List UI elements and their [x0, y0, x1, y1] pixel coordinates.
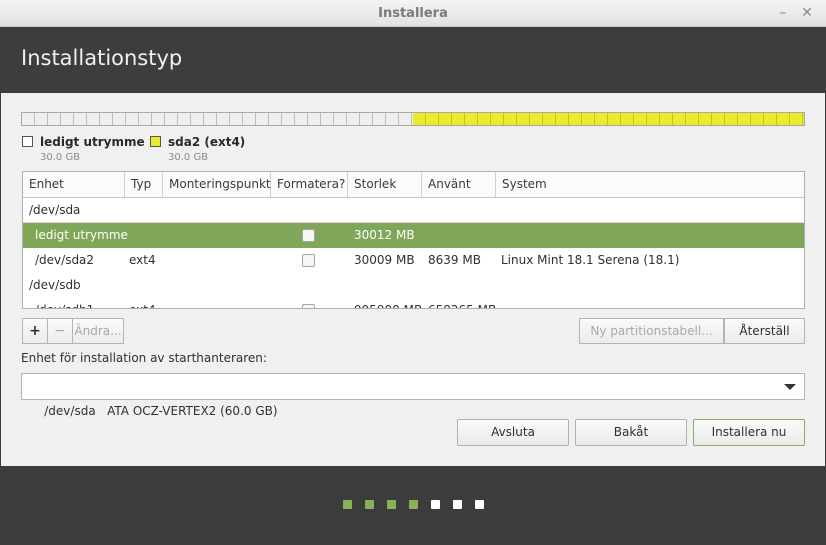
table-row[interactable]: /dev/sdb1 ext4 995900 MB 658265 MB [23, 298, 804, 308]
format-checkbox[interactable] [302, 229, 315, 242]
install-now-button[interactable]: Installera nu [693, 419, 805, 446]
new-partition-table-button[interactable]: Ny partitionstabell... [579, 318, 724, 344]
cell-enhet: /dev/sda2 [35, 253, 95, 267]
step-dot [431, 500, 440, 509]
window-title: Installera [378, 6, 448, 21]
legend-swatch-free [22, 136, 33, 147]
column-header-storlek[interactable]: Storlek [348, 172, 422, 197]
legend-size: 30.0 GB [168, 152, 209, 163]
page-header: Installationstyp [0, 27, 826, 93]
bootloader-device-select[interactable]: /dev/sda ATA OCZ-VERTEX2 (60.0 GB) [21, 373, 805, 418]
step-dot [387, 500, 396, 509]
column-header-anvant[interactable]: Använt [422, 172, 496, 197]
cell-anvant: 658265 MB [428, 298, 496, 308]
remove-partition-button[interactable]: − [47, 318, 73, 344]
step-progress-footer [0, 466, 826, 545]
legend-label: ledigt utrymme [40, 135, 145, 149]
cell-typ: ext4 [129, 298, 156, 308]
column-header-format[interactable]: Formatera? [271, 172, 348, 197]
legend-label: sda2 (ext4) [168, 135, 246, 149]
column-header-enhet[interactable]: Enhet [23, 172, 125, 197]
legend-size: 30.0 GB [40, 152, 81, 163]
step-dot [453, 500, 462, 509]
change-partition-button[interactable]: Ändra... [72, 318, 124, 344]
cell-storlek: 30012 MB [354, 228, 415, 242]
close-icon[interactable]: ✕ [798, 4, 816, 22]
revert-button[interactable]: Återställ [724, 318, 805, 344]
cell-system: Linux Mint 18.1 Serena (18.1) [501, 253, 680, 267]
page-title: Installationstyp [21, 46, 183, 70]
bootloader-device-value: /dev/sda ATA OCZ-VERTEX2 (60.0 GB) [44, 404, 278, 418]
partition-table: Enhet Typ Monteringspunkt Formatera? Sto… [22, 171, 805, 309]
partition-bar-sda2-segment [413, 113, 804, 125]
window-titlebar: Installera – ✕ [0, 0, 826, 27]
format-checkbox[interactable] [302, 304, 315, 308]
partition-bar [21, 112, 805, 126]
step-dot [365, 500, 374, 509]
cell-storlek: 30009 MB [354, 253, 415, 267]
column-header-system[interactable]: System [496, 172, 804, 197]
back-button[interactable]: Bakåt [575, 419, 687, 446]
legend-swatch-sda2 [150, 136, 161, 147]
cell-enhet: /dev/sdb [29, 278, 81, 292]
cell-typ: ext4 [129, 253, 156, 267]
bootloader-label: Enhet för installation av starthanterare… [21, 351, 267, 365]
cell-anvant: 8639 MB [428, 253, 481, 267]
cell-enhet: /dev/sda [29, 203, 81, 217]
table-row-selected[interactable]: ledigt utrymme 30012 MB [23, 223, 804, 248]
step-dot [409, 500, 418, 509]
step-dot [343, 500, 352, 509]
table-row[interactable]: /dev/sda2 ext4 30009 MB 8639 MB Linux Mi… [23, 248, 804, 273]
partition-bar-free-segment [22, 113, 413, 125]
cell-enhet: ledigt utrymme [35, 228, 128, 242]
minimize-icon[interactable]: – [774, 4, 792, 22]
cell-enhet: /dev/sdb1 [35, 298, 94, 308]
table-row[interactable]: /dev/sdb [23, 273, 804, 298]
column-header-mount[interactable]: Monteringspunkt [163, 172, 271, 197]
chevron-down-icon[interactable] [784, 384, 796, 390]
step-dot [475, 500, 484, 509]
column-header-typ[interactable]: Typ [125, 172, 163, 197]
cell-storlek: 995900 MB [354, 298, 422, 308]
add-partition-button[interactable]: + [22, 318, 48, 344]
table-row[interactable]: /dev/sda [23, 198, 804, 223]
format-checkbox[interactable] [302, 254, 315, 267]
table-header: Enhet Typ Monteringspunkt Formatera? Sto… [23, 172, 804, 198]
quit-button[interactable]: Avsluta [457, 419, 569, 446]
main-content: ledigt utrymme 30.0 GB sda2 (ext4) 30.0 … [1, 93, 825, 466]
